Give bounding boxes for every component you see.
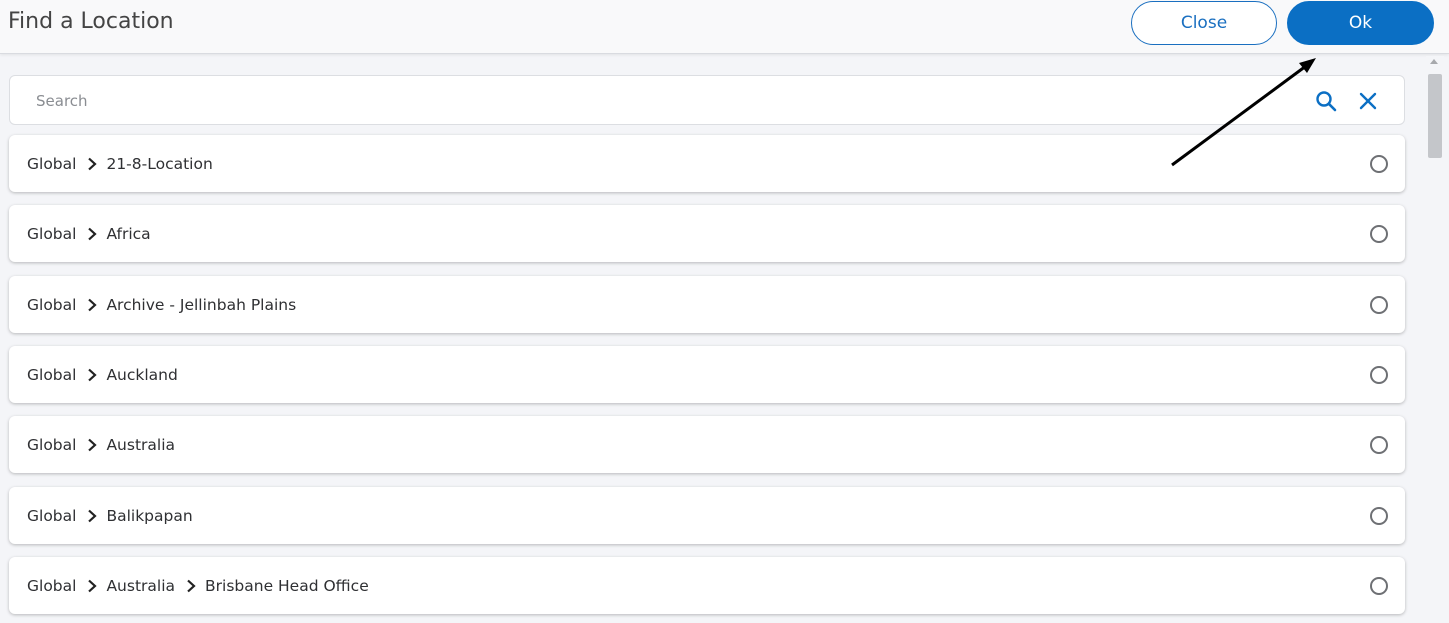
location-segment: Global xyxy=(27,576,77,595)
close-button[interactable]: Close xyxy=(1131,1,1277,45)
location-segment: Global xyxy=(27,435,77,454)
search-input[interactable] xyxy=(36,88,1296,114)
location-segment: Australia xyxy=(106,435,176,454)
location-radio[interactable] xyxy=(1370,366,1388,384)
chevron-right-icon xyxy=(88,227,98,240)
list-item[interactable]: Global 21-8-Location xyxy=(9,135,1405,192)
location-radio[interactable] xyxy=(1370,225,1388,243)
close-icon[interactable] xyxy=(1356,89,1380,113)
dialog-header: Find a Location Close Ok xyxy=(0,0,1449,54)
location-segment: Auckland xyxy=(106,365,178,384)
chevron-right-icon xyxy=(88,509,98,522)
scrollbar[interactable] xyxy=(1426,56,1444,623)
chevron-right-icon xyxy=(88,438,98,451)
location-segment: Brisbane Head Office xyxy=(205,576,369,595)
location-path: Global Archive - Jellinbah Plains xyxy=(27,276,296,333)
location-path: Global Africa xyxy=(27,205,151,262)
chevron-right-icon xyxy=(88,368,98,381)
search-icon[interactable] xyxy=(1314,89,1338,113)
list-item[interactable]: Global Africa xyxy=(9,205,1405,262)
location-segment: Global xyxy=(27,506,77,525)
location-path: Global Auckland xyxy=(27,346,178,403)
location-segment: Global xyxy=(27,365,77,384)
location-path: Global Balikpapan xyxy=(27,487,193,544)
location-radio[interactable] xyxy=(1370,155,1388,173)
location-segment: Global xyxy=(27,224,77,243)
scroll-up-arrow-icon[interactable] xyxy=(1430,59,1438,64)
location-path: Global Australia Brisbane Head Office xyxy=(27,557,369,614)
chevron-right-icon xyxy=(88,579,98,592)
location-radio[interactable] xyxy=(1370,507,1388,525)
list-item[interactable]: Global Australia xyxy=(9,416,1405,473)
location-segment: Balikpapan xyxy=(106,506,193,525)
list-item[interactable]: Global Australia Brisbane Head Office xyxy=(9,557,1405,614)
page-title: Find a Location xyxy=(8,9,174,34)
location-segment: 21-8-Location xyxy=(106,154,213,173)
chevron-right-icon xyxy=(88,298,98,311)
location-segment: Australia xyxy=(106,576,176,595)
chevron-right-icon xyxy=(187,579,196,592)
search-bar xyxy=(9,75,1405,125)
location-radio[interactable] xyxy=(1370,296,1388,314)
location-radio[interactable] xyxy=(1370,436,1388,454)
scrollbar-thumb[interactable] xyxy=(1428,74,1442,158)
list-item[interactable]: Global Archive - Jellinbah Plains xyxy=(9,276,1405,333)
location-segment: Global xyxy=(27,154,77,173)
location-path: Global Australia xyxy=(27,416,175,473)
list-item[interactable]: Global Auckland xyxy=(9,346,1405,403)
location-segment: Archive - Jellinbah Plains xyxy=(106,295,297,314)
location-segment: Africa xyxy=(106,224,151,243)
location-segment: Global xyxy=(27,295,77,314)
location-path: Global 21-8-Location xyxy=(27,135,213,192)
list-item[interactable]: Global Balikpapan xyxy=(9,487,1405,544)
ok-button[interactable]: Ok xyxy=(1287,1,1434,45)
location-radio[interactable] xyxy=(1370,577,1388,595)
chevron-right-icon xyxy=(88,157,98,170)
